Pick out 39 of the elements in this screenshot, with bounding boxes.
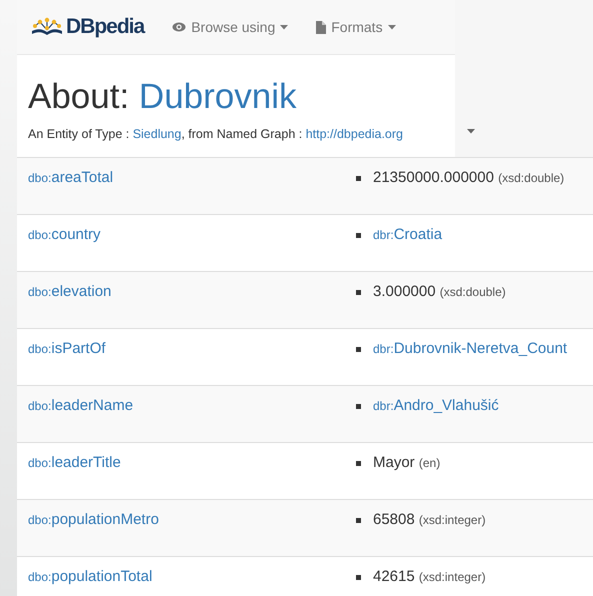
property-link[interactable]: dbo:leaderTitle <box>28 454 121 471</box>
subtitle-text: An Entity of Type : <box>28 127 130 141</box>
bullet-icon <box>356 575 361 580</box>
nav-menu[interactable]: Formats <box>316 19 396 35</box>
value-link[interactable]: dbr:Dubrovnik-Neretva_Count <box>373 340 568 357</box>
nav-menu[interactable]: Browse using <box>172 19 288 35</box>
caret-icon <box>388 24 396 30</box>
value-text: 21350000.000000 (xsd:double) <box>373 169 564 186</box>
bullet-icon <box>356 518 361 523</box>
subtitle-text: , from Named Graph : <box>181 127 304 141</box>
value-link[interactable]: dbr:Croatia <box>373 226 442 243</box>
property-link[interactable]: dbo:populationMetro <box>28 511 159 528</box>
bullet-icon <box>356 461 361 466</box>
property-link[interactable]: dbo:country <box>28 226 101 243</box>
brand-name[interactable]: DBpedia <box>66 15 144 39</box>
caret-icon <box>280 24 288 30</box>
property-link[interactable]: dbo:elevation <box>28 283 112 300</box>
value-text: 42615 (xsd:integer) <box>373 568 486 585</box>
value-link[interactable]: dbr:Andro_Vlahušić <box>373 397 499 414</box>
property-link[interactable]: dbo:isPartOf <box>28 340 106 357</box>
file-icon <box>316 20 326 34</box>
property-link[interactable]: dbo:populationTotal <box>28 568 152 585</box>
property-link[interactable]: dbo:leaderName <box>28 397 134 414</box>
property-link[interactable]: dbo:areaTotal <box>28 169 114 186</box>
value-text: 65808 (xsd:integer) <box>373 511 486 528</box>
caret-icon[interactable] <box>467 129 475 134</box>
logo-icon <box>30 17 64 37</box>
bullet-icon <box>356 176 361 181</box>
value-text: Mayor (en) <box>373 454 440 471</box>
type-link[interactable]: Siedlung <box>132 127 182 141</box>
title-label: About: <box>28 77 130 116</box>
bullet-icon <box>356 290 361 295</box>
value-text: 3.000000 (xsd:double) <box>373 283 506 300</box>
bullet-icon <box>356 233 361 238</box>
eye-icon <box>172 22 186 32</box>
bullet-icon <box>356 347 361 352</box>
entity-link[interactable]: Dubrovnik <box>138 77 296 116</box>
bullet-icon <box>356 404 361 409</box>
graph-link[interactable]: http://dbpedia.org <box>306 127 403 141</box>
